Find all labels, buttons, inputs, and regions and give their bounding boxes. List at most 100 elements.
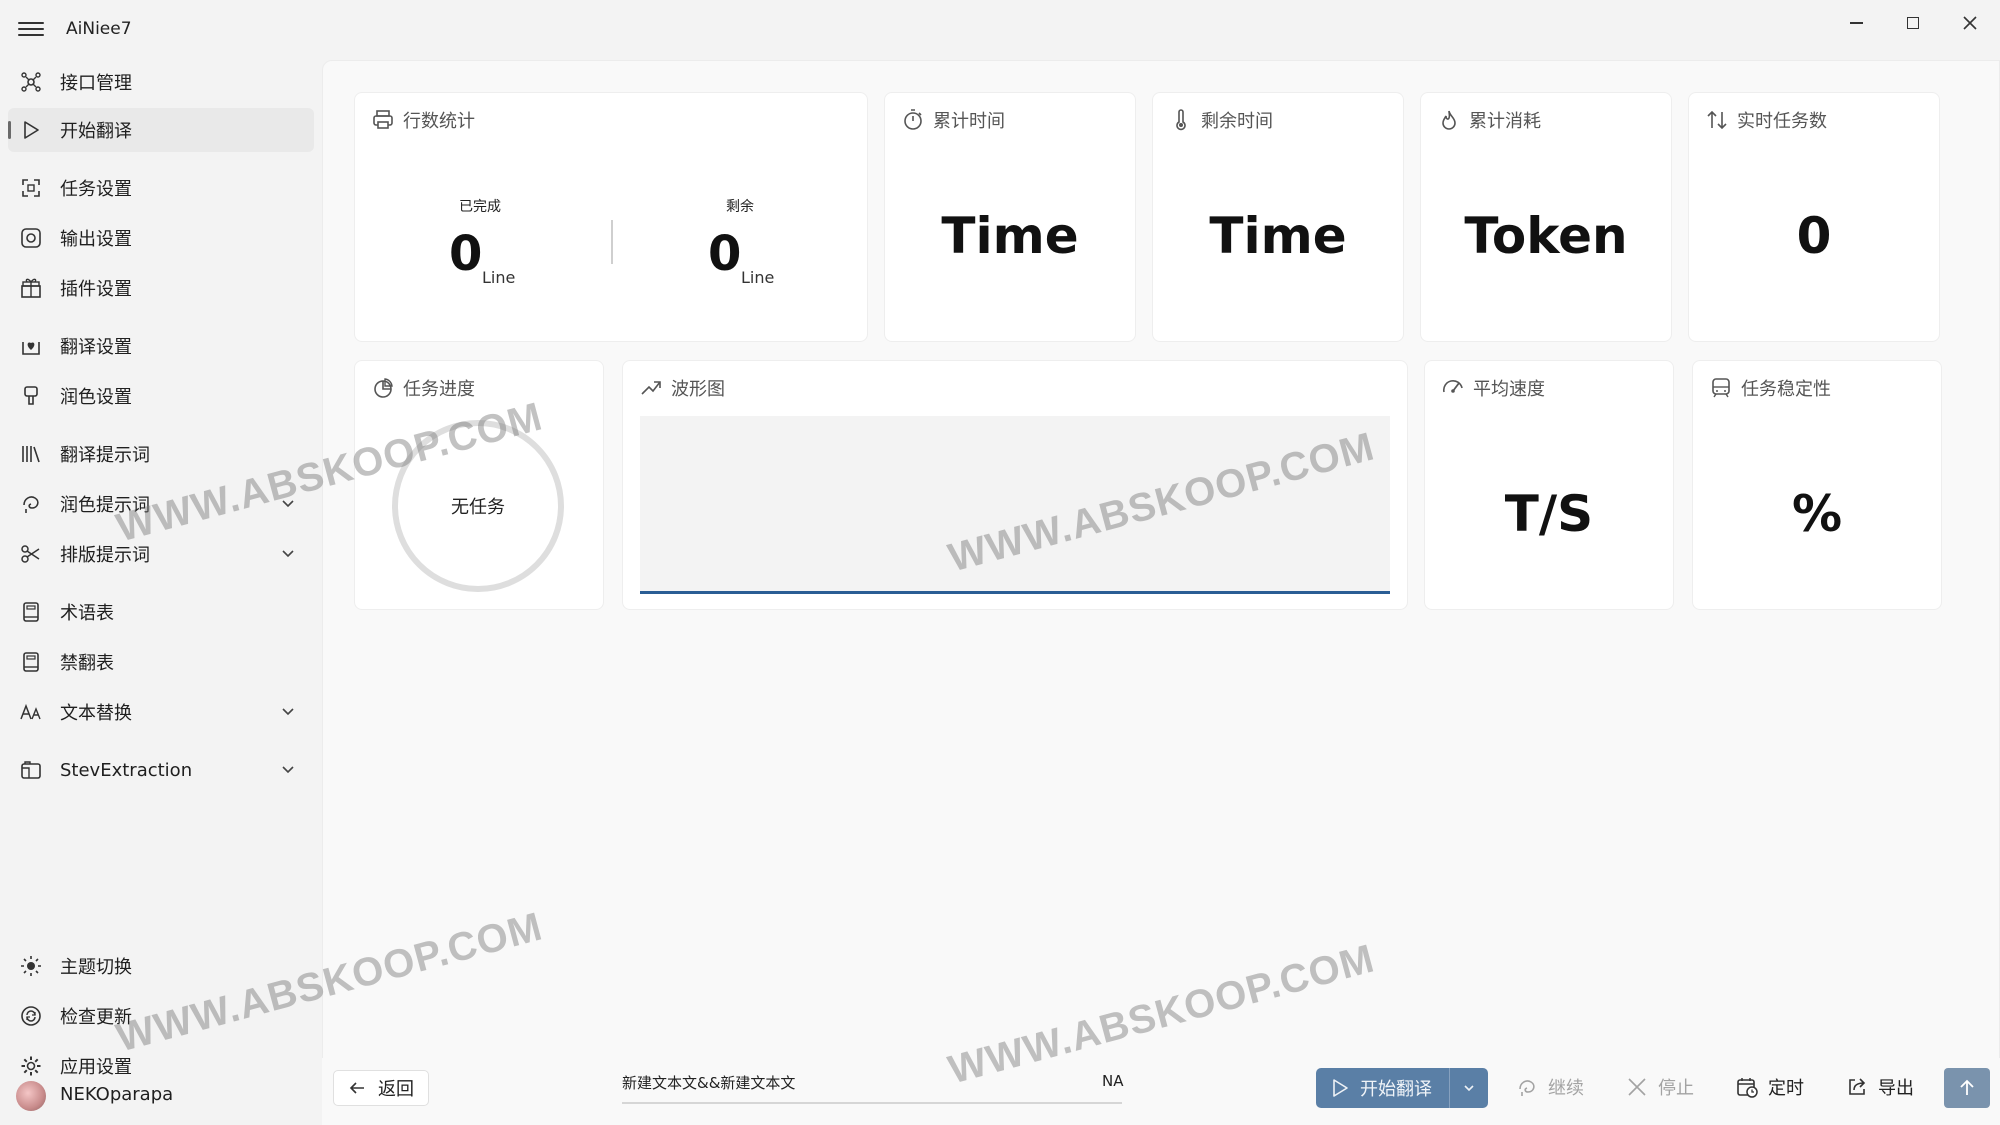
avg-speed-card: 平均速度 T/S	[1424, 360, 1674, 610]
trend-icon	[641, 381, 661, 395]
completed-label: 已完成	[459, 199, 501, 215]
line-count-card: 行数统计	[354, 92, 868, 342]
sidebar-item-check-update[interactable]: 检查更新	[8, 994, 314, 1038]
continue-icon	[1519, 1080, 1535, 1096]
sidebar-item-task-settings[interactable]: 任务设置	[8, 166, 314, 210]
start-options-dropdown[interactable]	[1450, 1068, 1488, 1108]
start-translation-button[interactable]: 开始翻译	[1316, 1068, 1488, 1108]
chevron-down-icon[interactable]	[280, 545, 296, 561]
stability-value: %	[1791, 485, 1843, 543]
polish-prompt-icon	[20, 493, 42, 515]
avatar[interactable]	[16, 1081, 46, 1111]
text-replace-icon	[20, 701, 42, 723]
sidebar-item-glossary[interactable]: 术语表	[8, 590, 314, 634]
close-button[interactable]	[1948, 8, 1992, 38]
card-header: 行数统计	[371, 107, 475, 133]
card-title: 行数统计	[403, 111, 475, 132]
schedule-label: 定时	[1768, 1078, 1804, 1099]
token-usage-card: 累计消耗 Token	[1420, 92, 1672, 342]
chevron-down-icon[interactable]	[280, 761, 296, 777]
sun-icon	[20, 955, 42, 977]
card-title: 累计消耗	[1469, 111, 1541, 132]
card-title: 剩余时间	[1201, 111, 1273, 132]
translate-settings-icon	[20, 335, 42, 357]
minimize-icon	[1849, 22, 1863, 24]
start-translation-label: 开始翻译	[1360, 1079, 1432, 1100]
stopwatch-icon	[904, 109, 922, 130]
progress-status: 无任务	[451, 497, 505, 518]
start-translation-main[interactable]: 开始翻译	[1316, 1068, 1450, 1108]
stop-label: 停止	[1658, 1078, 1694, 1099]
sidebar-item-label: 检查更新	[60, 1007, 132, 1028]
card-header: 累计消耗	[1437, 107, 1541, 133]
user-name[interactable]: NEKOparapa	[60, 1084, 173, 1105]
sidebar-item-translation-prompt[interactable]: 翻译提示词	[8, 432, 314, 476]
schedule-button[interactable]: 定时	[1736, 1074, 1804, 1100]
card-header: 累计时间	[901, 107, 1005, 133]
remaining-label: 剩余	[726, 199, 754, 215]
sidebar: 接口管理 开始翻译 任务设置 输出设置 插件设置 翻译设置 润色设置 翻译提示词…	[0, 58, 320, 1125]
card-title: 任务稳定性	[1741, 379, 1831, 400]
sidebar-item-start-translation[interactable]: 开始翻译	[8, 108, 314, 152]
sidebar-item-layout-prompt[interactable]: 排版提示词	[8, 532, 314, 576]
sidebar-item-label: 输出设置	[60, 229, 132, 250]
card-header: 任务稳定性	[1709, 375, 1831, 401]
sidebar-item-interface-management[interactable]: 接口管理	[8, 60, 314, 104]
remaining-time-value: Time	[1209, 207, 1347, 265]
chevron-down-icon[interactable]	[280, 703, 296, 719]
sidebar-item-plugin-settings[interactable]: 插件设置	[8, 266, 314, 310]
close-icon	[1628, 1078, 1646, 1096]
layout-prompt-icon	[20, 543, 42, 565]
sidebar-item-theme-switch[interactable]: 主题切换	[8, 944, 314, 988]
card-header: 波形图	[639, 375, 725, 401]
completed-count: 0	[449, 226, 483, 282]
glossary-icon	[20, 601, 42, 623]
elapsed-time-card: 累计时间 Time	[884, 92, 1136, 342]
export-button[interactable]: 导出	[1846, 1074, 1914, 1100]
sidebar-item-label: StevExtraction	[60, 759, 193, 781]
sidebar-item-label: 任务设置	[60, 179, 132, 200]
calendar-clock-icon	[1737, 1078, 1758, 1098]
realtime-tasks-value: 0	[1796, 207, 1832, 265]
update-icon	[20, 1005, 42, 1027]
chevron-down-icon[interactable]	[280, 495, 296, 511]
continue-button[interactable]: 继续	[1516, 1074, 1584, 1100]
sidebar-item-no-translate-list[interactable]: 禁翻表	[8, 640, 314, 684]
sidebar-item-polish-settings[interactable]: 润色设置	[8, 374, 314, 418]
minimize-button[interactable]	[1834, 8, 1878, 38]
elapsed-time-value: Time	[941, 207, 1079, 265]
remaining-time-card: 剩余时间 Time	[1152, 92, 1404, 342]
card-title: 累计时间	[933, 111, 1005, 132]
hamburger-menu-icon[interactable]	[18, 18, 44, 40]
continue-label: 继续	[1548, 1078, 1584, 1099]
app-title: AiNiee7	[66, 19, 132, 39]
remaining-unit: Line	[741, 268, 775, 287]
maximize-icon	[1907, 17, 1919, 29]
sidebar-item-polish-prompt[interactable]: 润色提示词	[8, 482, 314, 526]
arrows-updown-icon	[1707, 110, 1727, 130]
back-button[interactable]: 返回	[333, 1070, 429, 1106]
sidebar-item-output-settings[interactable]: 输出设置	[8, 216, 314, 260]
scroll-top-button[interactable]	[1944, 1068, 1990, 1108]
library-icon	[20, 443, 42, 465]
card-header: 剩余时间	[1169, 107, 1273, 133]
sidebar-item-translation-settings[interactable]: 翻译设置	[8, 324, 314, 368]
polish-settings-icon	[20, 385, 42, 407]
token-usage-value: Token	[1464, 207, 1628, 265]
stop-button[interactable]: 停止	[1626, 1074, 1694, 1100]
sidebar-item-text-replace[interactable]: 文本替换	[8, 690, 314, 734]
close-icon	[1963, 16, 1977, 30]
sidebar-item-label: 术语表	[60, 603, 114, 624]
thermometer-icon	[1176, 109, 1186, 131]
card-header: 任务进度	[371, 375, 475, 401]
task-stability-card: 任务稳定性 %	[1692, 360, 1942, 610]
gear-icon	[20, 1055, 42, 1077]
sidebar-item-label: 插件设置	[60, 279, 132, 300]
sidebar-item-label: 润色设置	[60, 387, 132, 408]
remaining-count: 0	[708, 226, 742, 282]
waveform-chart	[640, 416, 1390, 594]
maximize-button[interactable]	[1891, 8, 1935, 38]
sidebar-item-label: 润色提示词	[60, 495, 150, 516]
sidebar-item-app-settings[interactable]: 应用设置	[8, 1044, 314, 1088]
sidebar-item-stev-extraction[interactable]: StevExtraction	[8, 748, 314, 792]
